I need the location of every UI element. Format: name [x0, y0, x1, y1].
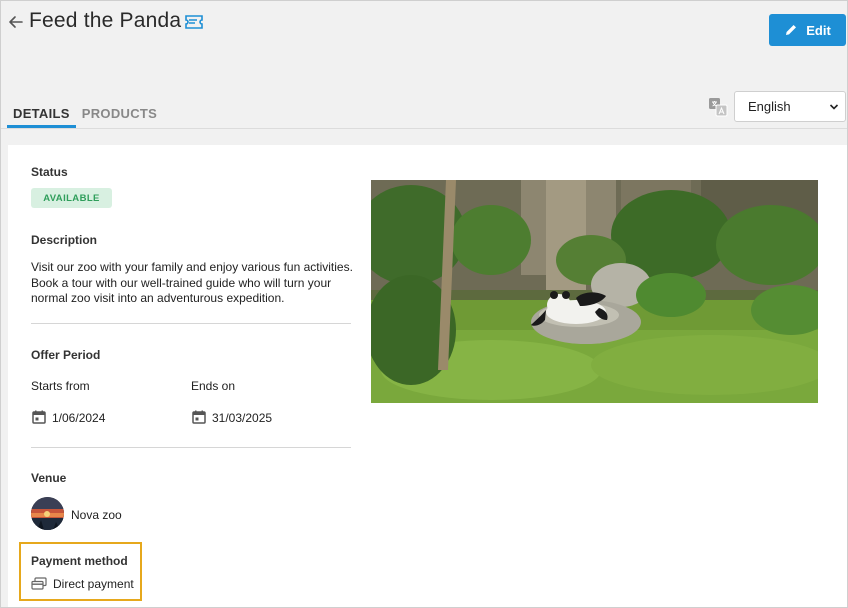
translate-icon [709, 98, 728, 117]
language-select-value: English [748, 99, 791, 114]
language-select[interactable]: English [734, 91, 846, 122]
end-date-value: 31/03/2025 [212, 411, 273, 425]
payment-card-icon [31, 577, 47, 590]
tab-details[interactable]: DETAILS [7, 106, 76, 128]
payment-method-label: Payment method [31, 554, 128, 568]
venue-name: Nova zoo [71, 508, 122, 522]
description-text: Visit our zoo with your family and enjoy… [31, 260, 353, 305]
payment-highlight [19, 542, 142, 601]
edit-button-label: Edit [806, 22, 831, 38]
offer-period-label: Offer Period [31, 348, 101, 362]
status-label: Status [31, 165, 68, 179]
page-title: Feed the Panda [29, 9, 182, 32]
tabs-divider [1, 128, 847, 129]
calendar-icon [32, 410, 46, 424]
description-label: Description [31, 233, 98, 247]
venue-label: Venue [31, 471, 67, 485]
chevron-down-icon [829, 104, 839, 110]
section-divider [31, 447, 351, 448]
calendar-icon [192, 410, 206, 424]
pencil-icon [786, 25, 797, 35]
ticket-icon [185, 15, 203, 29]
start-date-value: 1/06/2024 [52, 411, 106, 425]
details-card: Status AVAILABLE Description Visit our z… [8, 145, 847, 607]
status-badge: AVAILABLE [31, 188, 112, 208]
tab-bar: DETAILS PRODUCTS [7, 106, 163, 128]
panda-photo [371, 180, 818, 403]
edit-button[interactable]: Edit [769, 14, 846, 46]
ends-on-label: Ends on [191, 379, 236, 393]
venue-avatar [31, 497, 64, 530]
section-divider [31, 323, 351, 324]
payment-method-value: Direct payment [53, 577, 134, 591]
back-arrow-icon[interactable] [7, 13, 25, 31]
app-window: Feed the Panda Edit DETAILS PRODUCTS Eng… [0, 0, 848, 608]
starts-from-label: Starts from [31, 379, 90, 393]
tab-products[interactable]: PRODUCTS [76, 106, 163, 125]
